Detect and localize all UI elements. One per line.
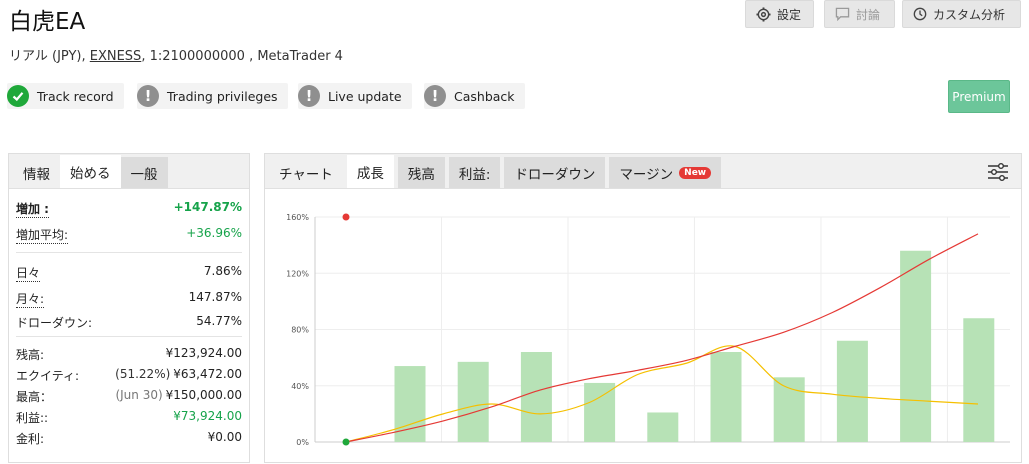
stat-value: ¥123,924.00 (165, 346, 242, 360)
bar (836, 340, 868, 442)
custom-analysis-button-label: カスタム分析 (933, 7, 1006, 22)
stat-note: (51.22%) (115, 367, 171, 381)
sliders-icon[interactable] (987, 162, 1009, 182)
stat-avg-gain: 増加平均: +36.96% (16, 226, 242, 244)
bar (773, 377, 805, 442)
divider (16, 336, 242, 337)
discuss-button-label: 討論 (856, 7, 881, 22)
y-tick-label: 120% (286, 269, 309, 278)
exclamation-icon: ! (137, 85, 159, 107)
subtitle-suffix: , 1:2100000000 , MetaTrader 4 (141, 49, 343, 64)
stat-gain: 増加 : +147.87% (16, 200, 242, 218)
stat-drawdown: ドローダウン: 54.77% (16, 314, 242, 331)
start-marker (342, 438, 350, 446)
tab-margin[interactable]: マージン New (609, 157, 722, 188)
tab-start[interactable]: 始める (60, 155, 121, 188)
badge-label: Track record (37, 88, 114, 104)
settings-button-label: 設定 (777, 7, 802, 22)
badge-live-update[interactable]: ! Live update (298, 83, 412, 109)
max-marker (342, 213, 350, 221)
stat-value-wrap: (51.22%) ¥63,472.00 (115, 367, 242, 384)
tab-info[interactable]: 情報 (13, 157, 60, 188)
check-icon (7, 85, 29, 107)
subtitle-prefix: リアル (JPY), (9, 49, 90, 64)
account-subtitle: リアル (JPY), EXNESS, 1:2100000000 , MetaTr… (9, 45, 343, 64)
stats-panel: 情報 始める 一般 増加 : +147.87% 増加平均: +36.96% 日々… (8, 153, 250, 463)
stats-tabs: 情報 始める 一般 (9, 154, 249, 189)
bar (584, 382, 616, 442)
chart-panel: チャート 成長 残高 利益: ドローダウン マージン New 0% 40% 80% 1… (264, 153, 1022, 463)
stat-label: 金利: (16, 432, 45, 446)
divider (16, 252, 242, 253)
bar (457, 361, 489, 442)
stat-value: 7.86% (203, 264, 242, 278)
stat-value: ¥63,472.00 (173, 367, 242, 381)
tab-balance[interactable]: 残高 (397, 157, 445, 188)
stat-value: 147.87% (188, 290, 242, 304)
new-badge: New (679, 166, 712, 179)
stat-balance: 残高: ¥123,924.00 (16, 346, 242, 363)
stat-label: ドローダウン: (16, 316, 93, 330)
discuss-button[interactable]: 討論 (824, 0, 895, 28)
stat-profit: 利益:: ¥73,924.00 (16, 409, 242, 426)
chat-icon (835, 7, 850, 21)
bar (963, 318, 995, 442)
bar (710, 352, 742, 442)
stat-label: 最高： (16, 390, 53, 404)
badge-label: Trading privileges (167, 88, 278, 104)
stat-value: +36.96% (186, 226, 242, 240)
stat-label[interactable]: 増加 : (16, 200, 49, 218)
stat-label: 利益:: (16, 411, 49, 425)
broker-link[interactable]: EXNESS (90, 49, 142, 64)
settings-button[interactable]: 設定 (745, 0, 814, 28)
y-tick-label: 160% (286, 213, 309, 222)
badge-cashback[interactable]: ! Cashback (424, 83, 525, 109)
bar (900, 250, 932, 442)
stat-label[interactable]: 増加平均: (16, 226, 69, 244)
stat-monthly: 月々: 147.87% (16, 290, 242, 308)
y-tick-label: 80% (291, 326, 309, 335)
clock-icon (913, 7, 927, 21)
badge-label: Cashback (454, 88, 515, 104)
tab-profit[interactable]: 利益: (448, 157, 501, 188)
badge-track-record[interactable]: Track record (7, 83, 124, 109)
y-tick-label: 0% (296, 438, 309, 447)
exclamation-icon: ! (424, 85, 446, 107)
stat-highest: 最高： (Jun 30) ¥150,000.00 (16, 388, 242, 405)
tab-drawdown[interactable]: ドローダウン (504, 157, 606, 188)
stat-interest: 金利: ¥0.00 (16, 430, 242, 447)
tab-margin-label: マージン (619, 166, 674, 183)
custom-analysis-button[interactable]: カスタム分析 (902, 0, 1021, 28)
stat-value-wrap: (Jun 30) ¥150,000.00 (115, 388, 242, 405)
stat-value: ¥150,000.00 (165, 388, 242, 402)
badge-trading-privileges[interactable]: ! Trading privileges (137, 83, 288, 109)
stat-value: ¥0.00 (207, 430, 242, 444)
stat-label[interactable]: 月々: (16, 290, 45, 308)
stat-equity: エクイティ: (51.22%) ¥63,472.00 (16, 367, 242, 384)
stat-value: 54.77% (196, 314, 242, 328)
gear-icon (756, 6, 771, 22)
exclamation-icon: ! (298, 85, 320, 107)
series-line (345, 233, 979, 443)
bar (647, 412, 679, 442)
page-title: 白虎EA (9, 9, 86, 35)
growth-chart: 0% 40% 80% 120% 160% (286, 213, 1010, 447)
bar (520, 352, 552, 442)
stat-label: エクイティ: (16, 369, 80, 383)
stat-label[interactable]: 日々 (16, 264, 41, 282)
stat-note: (Jun 30) (115, 388, 163, 402)
tab-chart[interactable]: チャート (269, 157, 343, 188)
stat-value: +147.87% (173, 200, 242, 214)
stat-value: ¥73,924.00 (173, 409, 242, 423)
stat-daily: 日々 7.86% (16, 264, 242, 282)
premium-button[interactable]: Premium (948, 80, 1010, 113)
tab-growth[interactable]: 成長 (346, 155, 394, 188)
tab-general[interactable]: 一般 (120, 157, 168, 188)
badge-label: Live update (328, 88, 402, 104)
stat-label: 残高: (16, 348, 45, 362)
chart-tabs: チャート 成長 残高 利益: ドローダウン マージン New (265, 154, 1021, 189)
y-tick-label: 40% (291, 382, 309, 391)
